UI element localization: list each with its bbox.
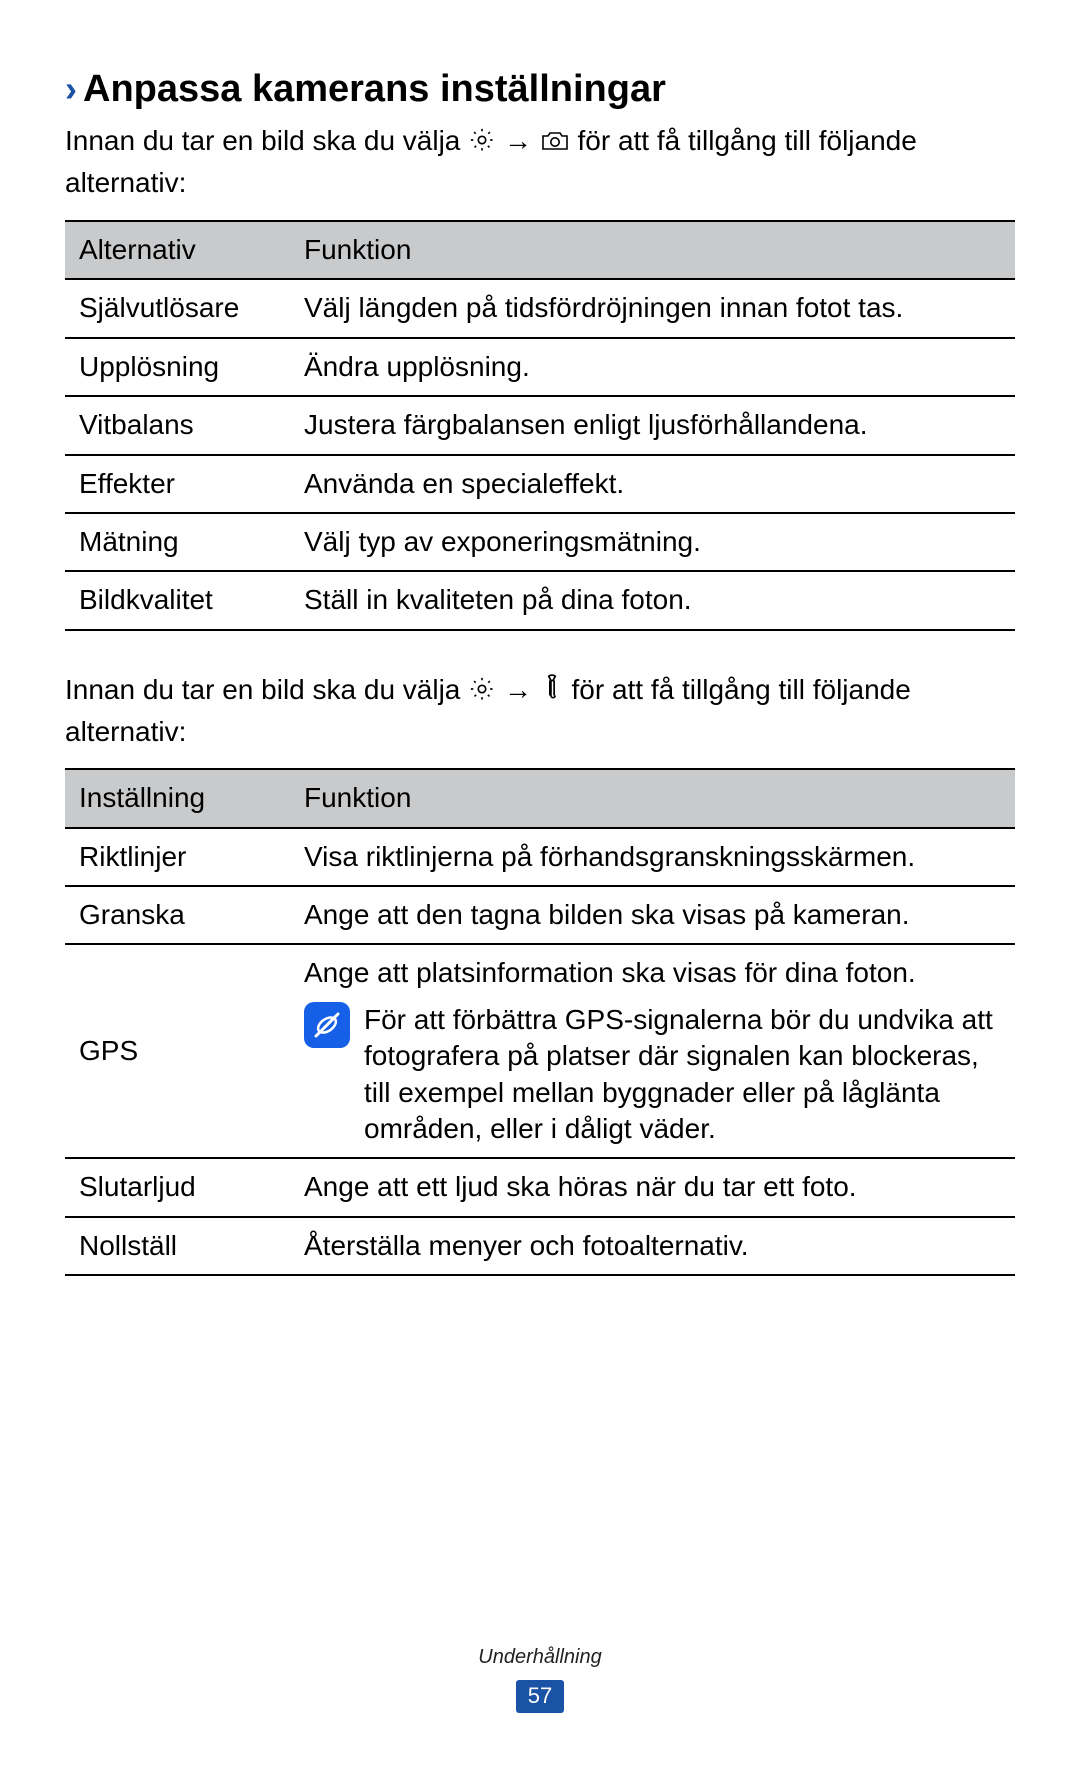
page-footer: Underhållning 57 bbox=[0, 1644, 1080, 1713]
note-icon bbox=[304, 1002, 350, 1048]
opt: Nollställ bbox=[65, 1217, 290, 1275]
opt: Upplösning bbox=[65, 338, 290, 396]
options-table-1: Alternativ Funktion SjälvutlösareVälj lä… bbox=[65, 220, 1015, 631]
table-row: SlutarljudAnge att ett ljud ska höras nä… bbox=[65, 1158, 1015, 1216]
opt: Bildkvalitet bbox=[65, 571, 290, 629]
opt: Självutlösare bbox=[65, 279, 290, 337]
fn: Använda en specialeffekt. bbox=[290, 455, 1015, 513]
intro2-a: Innan du tar en bild ska du välja bbox=[65, 674, 468, 705]
page-number: 57 bbox=[516, 1680, 564, 1713]
fn: Ange att den tagna bilden ska visas på k… bbox=[290, 886, 1015, 944]
fn: Justera färgbalansen enligt ljusförhålla… bbox=[290, 396, 1015, 454]
opt: Mätning bbox=[65, 513, 290, 571]
fn: Välj längden på tidsfördröjningen innan … bbox=[290, 279, 1015, 337]
intro1-b: → bbox=[504, 125, 540, 156]
fn: Visa riktlinjerna på förhandsgransknings… bbox=[290, 828, 1015, 886]
table-row: BildkvalitetStäll in kvaliteten på dina … bbox=[65, 571, 1015, 629]
opt: Effekter bbox=[65, 455, 290, 513]
intro-paragraph-1: Innan du tar en bild ska du välja → för … bbox=[65, 122, 1015, 202]
opt: Riktlinjer bbox=[65, 828, 290, 886]
section-heading: › Anpassa kamerans inställningar bbox=[65, 65, 1015, 114]
opt: Slutarljud bbox=[65, 1158, 290, 1216]
camera-icon bbox=[540, 126, 570, 164]
options-table-2: Inställning Funktion RiktlinjerVisa rikt… bbox=[65, 768, 1015, 1276]
t2-head-b: Funktion bbox=[290, 769, 1015, 827]
fn: Ställ in kvaliteten på dina foton. bbox=[290, 571, 1015, 629]
opt: GPS bbox=[65, 944, 290, 1158]
table-row: GranskaAnge att den tagna bilden ska vis… bbox=[65, 886, 1015, 944]
intro1-a: Innan du tar en bild ska du välja bbox=[65, 125, 468, 156]
table-row: EffekterAnvända en specialeffekt. bbox=[65, 455, 1015, 513]
fn: Återställa menyer och fotoalternativ. bbox=[290, 1217, 1015, 1275]
t1-head-a: Alternativ bbox=[65, 221, 290, 279]
fn: Välj typ av exponeringsmätning. bbox=[290, 513, 1015, 571]
t1-head-b: Funktion bbox=[290, 221, 1015, 279]
note-box: För att förbättra GPS-signalerna bör du … bbox=[304, 1002, 1001, 1148]
note-text: För att förbättra GPS-signalerna bör du … bbox=[364, 1002, 1001, 1148]
table-row: NollställÅterställa menyer och fotoalter… bbox=[65, 1217, 1015, 1275]
table-row: MätningVälj typ av exponeringsmätning. bbox=[65, 513, 1015, 571]
table-row: VitbalansJustera färgbalansen enligt lju… bbox=[65, 396, 1015, 454]
gps-fn-text: Ange att platsinformation ska visas för … bbox=[304, 957, 916, 988]
table-row: SjälvutlösareVälj längden på tidsfördröj… bbox=[65, 279, 1015, 337]
opt: Granska bbox=[65, 886, 290, 944]
footer-label: Underhållning bbox=[0, 1644, 1080, 1670]
gear-icon bbox=[468, 126, 496, 164]
fn: Ändra upplösning. bbox=[290, 338, 1015, 396]
opt: Vitbalans bbox=[65, 396, 290, 454]
heading-text: Anpassa kamerans inställningar bbox=[83, 65, 666, 114]
intro2-b: → bbox=[504, 674, 540, 705]
gear-icon bbox=[468, 675, 496, 713]
table-row: RiktlinjerVisa riktlinjerna på förhandsg… bbox=[65, 828, 1015, 886]
fn-gps: Ange att platsinformation ska visas för … bbox=[290, 944, 1015, 1158]
wrench-icon bbox=[540, 673, 564, 713]
table-row: GPS Ange att platsinformation ska visas … bbox=[65, 944, 1015, 1158]
fn: Ange att ett ljud ska höras när du tar e… bbox=[290, 1158, 1015, 1216]
chevron-icon: › bbox=[65, 66, 77, 113]
table-row: UpplösningÄndra upplösning. bbox=[65, 338, 1015, 396]
intro-paragraph-2: Innan du tar en bild ska du välja → för … bbox=[65, 671, 1015, 751]
t2-head-a: Inställning bbox=[65, 769, 290, 827]
